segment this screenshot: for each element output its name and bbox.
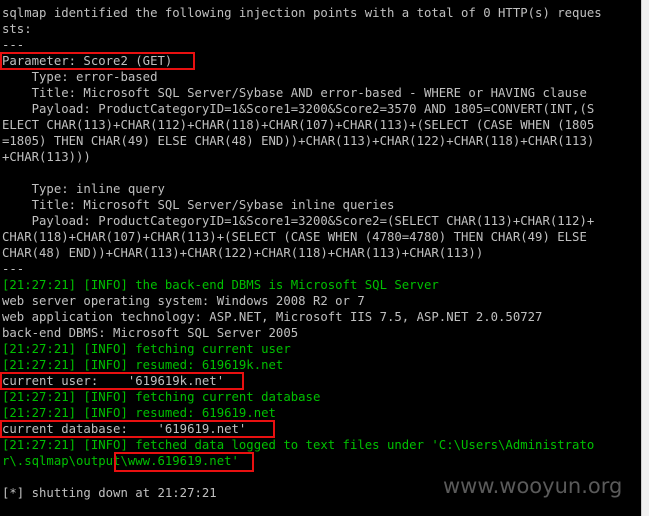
terminal-line: [21:27:21] [INFO] fetching current user <box>2 342 291 356</box>
terminal-line: web server operating system: Windows 200… <box>2 294 365 308</box>
terminal-line: [*] shutting down at 21:27:21 <box>2 486 217 500</box>
terminal-line: [21:27:21] [INFO] the back-end DBMS is M… <box>2 278 439 292</box>
terminal-line: Type: error-based <box>2 70 158 84</box>
terminal-line: web application technology: ASP.NET, Mic… <box>2 310 543 324</box>
terminal-line: Payload: ProductCategoryID=1&Score1=3200… <box>2 102 595 116</box>
terminal-console[interactable]: sqlmap identified the following injectio… <box>0 0 641 516</box>
terminal-line: Payload: ProductCategoryID=1&Score1=3200… <box>2 214 595 228</box>
terminal-line: [21:27:21] [INFO] fetched data logged to… <box>2 438 595 452</box>
highlight-output-path <box>114 452 254 472</box>
terminal-line: CHAR(118)+CHAR(107)+CHAR(113)+(SELECT (C… <box>2 230 587 244</box>
watermark-text: www.wooyun.org <box>443 474 623 498</box>
highlight-current-user <box>0 372 244 390</box>
terminal-line: [21:27:21] [INFO] resumed: 619619.net <box>2 406 276 420</box>
terminal-line: Type: inline query <box>2 182 165 196</box>
terminal-line: sts: <box>2 22 32 36</box>
highlight-parameter <box>0 52 195 70</box>
terminal-line: +CHAR(113))) <box>2 150 91 164</box>
terminal-line: CHAR(48) END))+CHAR(113)+CHAR(122)+CHAR(… <box>2 246 484 260</box>
terminal-line: [21:27:21] [INFO] resumed: 619619k.net <box>2 358 284 372</box>
terminal-line: [21:27:21] [INFO] fetching current datab… <box>2 390 321 404</box>
terminal-line: Title: Microsoft SQL Server/Sybase AND e… <box>2 86 587 100</box>
vertical-scrollbar[interactable] <box>641 0 649 516</box>
terminal-line: back-end DBMS: Microsoft SQL Server 2005 <box>2 326 299 340</box>
terminal-line: Title: Microsoft SQL Server/Sybase inlin… <box>2 198 395 212</box>
terminal-line: --- <box>2 38 25 52</box>
terminal-line: sqlmap identified the following injectio… <box>2 6 602 20</box>
terminal-line: =1805) THEN CHAR(49) ELSE CHAR(48) END))… <box>2 134 595 148</box>
terminal-line: ELECT CHAR(113)+CHAR(112)+CHAR(118)+CHAR… <box>2 118 595 132</box>
terminal-line: --- <box>2 262 25 276</box>
highlight-current-database <box>0 420 275 438</box>
